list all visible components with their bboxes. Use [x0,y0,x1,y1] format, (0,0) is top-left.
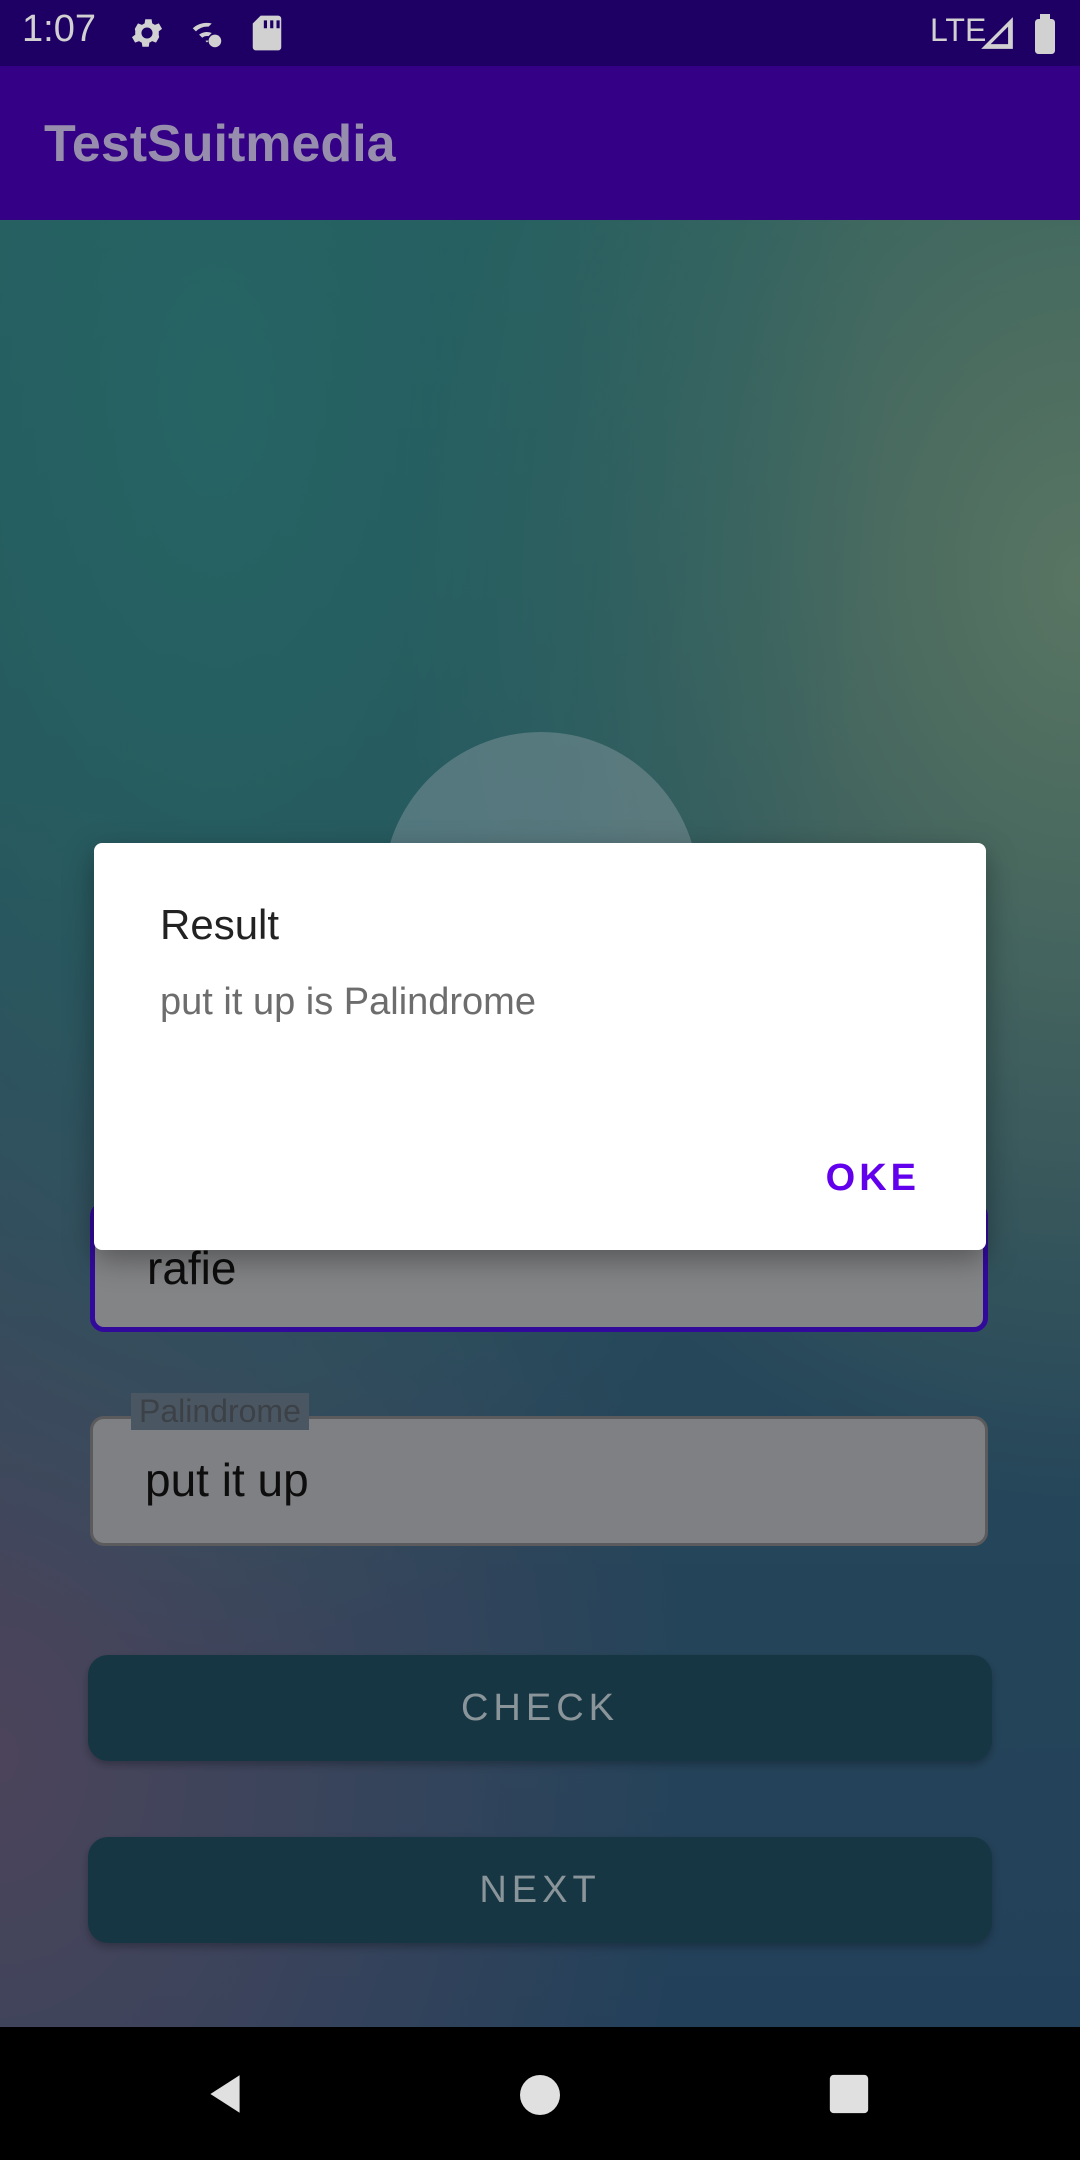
dialog-message: put it up is Palindrome [160,981,536,1023]
result-dialog: Result put it up is Palindrome OKE [94,843,986,1250]
recents-icon[interactable] [826,2071,872,2122]
home-icon[interactable] [516,2071,564,2124]
back-icon[interactable] [200,2069,250,2124]
navigation-bar [0,2027,1080,2160]
ok-button[interactable]: OKE [826,1157,920,1200]
dialog-title: Result [160,901,280,948]
